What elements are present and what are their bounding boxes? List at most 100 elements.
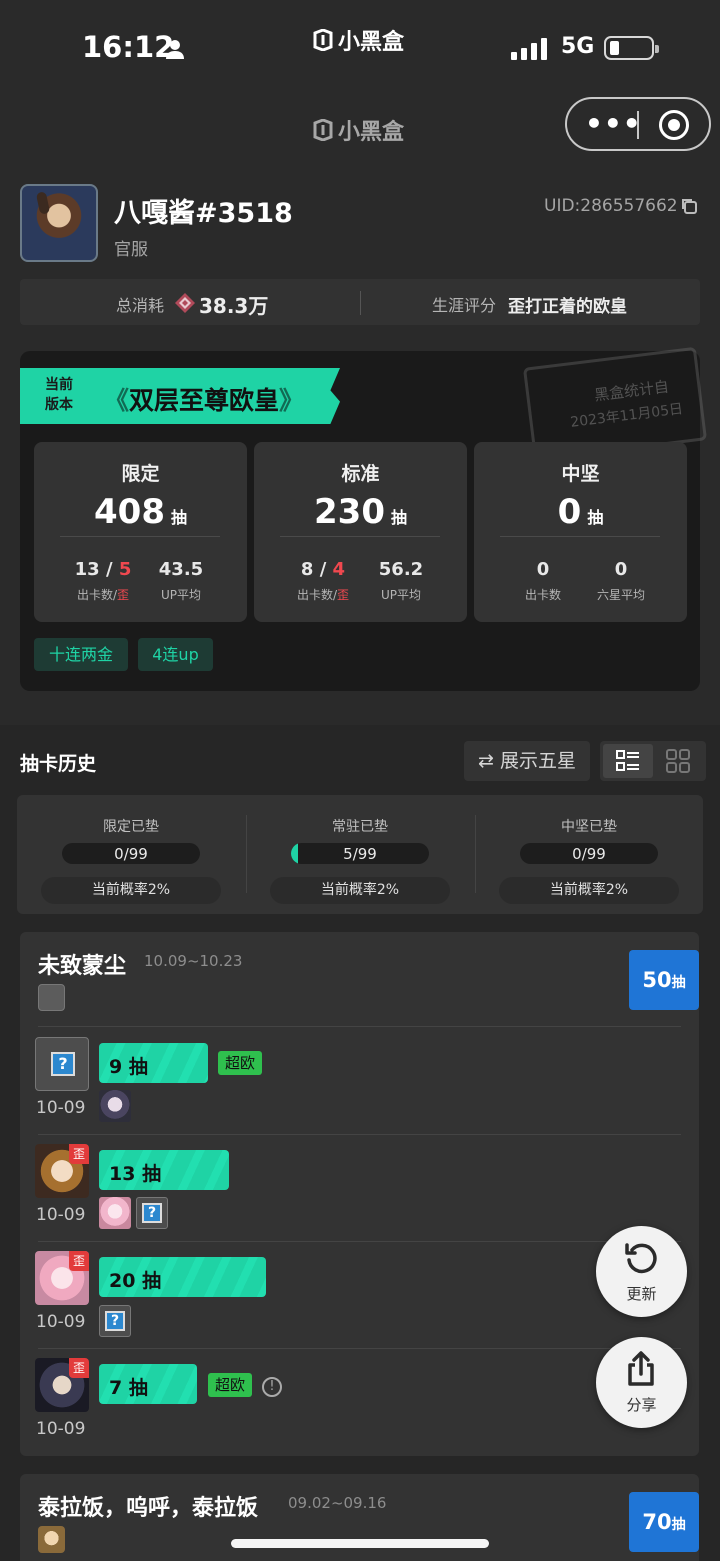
nav-title: 小黑盒 — [312, 114, 404, 146]
box-divider — [280, 536, 440, 537]
career-value: 歪打正着的欧皇 — [508, 297, 627, 317]
network-type: 5G — [561, 34, 595, 59]
refresh-button[interactable]: 更新 — [596, 1226, 687, 1317]
pool-name: 未致蒙尘 — [38, 954, 127, 979]
box-divider — [60, 536, 220, 537]
character-thumb[interactable] — [99, 1090, 131, 1122]
row-date: 10-09 — [36, 1205, 86, 1225]
laurel-left-icon: 《 — [104, 386, 130, 415]
midtier-pity-rate: 当前概率2% — [499, 877, 679, 904]
character-avatar[interactable]: ? — [35, 1037, 89, 1091]
limited-title: 限定 — [121, 463, 160, 485]
career-label: 生涯评分 — [432, 296, 497, 315]
standard-pity-label: 常驻已垫 — [332, 819, 388, 835]
banner-title: 《双层至尊欧皇》 — [104, 381, 304, 417]
limited-up-avg-label: UP平均 — [160, 588, 202, 602]
pool-icon — [38, 984, 65, 1011]
history-title: 抽卡历史 — [20, 753, 97, 775]
lucky-badge: 超欧 — [218, 1051, 262, 1075]
target-icon[interactable] — [659, 110, 689, 140]
uid-label: UID:286557662 — [544, 196, 678, 216]
limited-up-avg: 43.5 — [158, 559, 204, 580]
midtier-title: 中坚 — [561, 463, 600, 485]
list-view-icon — [616, 750, 639, 771]
home-indicator — [231, 1539, 489, 1548]
character-thumb[interactable]: ? — [136, 1197, 168, 1229]
laurel-right-icon: 》 — [279, 386, 305, 415]
limited-pity-rate: 当前概率2% — [41, 877, 221, 904]
character-thumb[interactable] — [99, 1197, 131, 1229]
grid-view-icon[interactable] — [666, 749, 690, 773]
pool-name: 泰拉饭，呜呼，泰拉饭 — [38, 1496, 259, 1521]
row-date: 10-09 — [36, 1312, 86, 1332]
status-app-tag: 小黑盒 — [312, 24, 404, 56]
standard-pity-value: 5/99 — [343, 845, 377, 863]
copy-icon[interactable] — [680, 197, 698, 215]
avatar[interactable] — [20, 184, 98, 262]
midtier-six-avg-label: 六星平均 — [596, 588, 645, 602]
limited-pity-value: 0/99 — [114, 845, 148, 863]
limited-pulls: 408 抽 — [94, 492, 187, 532]
banner-title-text: 双层至尊欧皇 — [129, 386, 280, 415]
share-icon — [628, 1351, 654, 1386]
heybox-logo-icon — [313, 119, 333, 141]
row-divider — [38, 1348, 681, 1349]
pull-count: 13 抽 — [109, 1163, 162, 1185]
view-toggle — [600, 741, 706, 781]
character-avatar[interactable]: 歪 — [35, 1251, 89, 1305]
status-time: 16:12 — [82, 30, 175, 64]
off-banner-badge: 歪 — [69, 1251, 89, 1271]
standard-up-avg-label: UP平均 — [380, 588, 422, 602]
character-avatar[interactable]: 歪 — [35, 1144, 89, 1198]
person-icon — [166, 40, 184, 59]
pool-pull-count: 50抽 — [629, 950, 699, 1010]
row-date: 10-09 — [36, 1419, 86, 1439]
pull-count: 20 抽 — [109, 1270, 162, 1292]
unknown-icon: ? — [51, 1052, 75, 1076]
row-divider — [38, 1134, 681, 1135]
midtier-pulls: 0抽 — [557, 492, 604, 532]
refresh-label: 更新 — [626, 1285, 657, 1303]
more-dots-icon[interactable]: ••• — [585, 110, 642, 138]
row-divider — [38, 1241, 681, 1242]
midtier-six-avg: 0 — [614, 559, 628, 580]
battery-icon — [604, 36, 659, 60]
standard-title: 标准 — [341, 463, 380, 485]
username: 八嘎酱#3518 — [114, 198, 293, 229]
standard-pulls: 230 抽 — [314, 492, 407, 532]
summary-divider — [360, 291, 361, 315]
limited-pity-label: 限定已垫 — [103, 819, 159, 835]
total-cost-value: 38.3万 — [199, 294, 269, 318]
unknown-icon: ? — [142, 1203, 162, 1223]
character-thumb[interactable] — [38, 1526, 65, 1553]
share-label: 分享 — [626, 1396, 657, 1414]
midtier-pity-label: 中坚已垫 — [561, 819, 617, 835]
info-icon[interactable]: ! — [262, 1377, 282, 1397]
show-five-star-button[interactable]: ⇄ 展示五星 — [464, 741, 590, 781]
orundum-icon — [175, 293, 195, 313]
pull-count: 9 抽 — [109, 1056, 148, 1078]
midtier-pity-value: 0/99 — [572, 845, 606, 863]
achievement-tag: 十连两金 — [34, 638, 128, 671]
pull-count: 7 抽 — [109, 1377, 148, 1399]
status-app-name: 小黑盒 — [338, 30, 405, 55]
swap-icon: ⇄ — [478, 750, 500, 772]
midtier-cards-label: 出卡数 — [524, 588, 561, 602]
share-button[interactable]: 分享 — [596, 1337, 687, 1428]
banner-small-label: 当前版本 — [45, 377, 73, 413]
off-banner-badge: 歪 — [69, 1358, 89, 1378]
list-view-button[interactable] — [603, 744, 653, 778]
capsule-divider — [637, 111, 639, 139]
pool-date: 09.02~09.16 — [288, 1494, 387, 1512]
heybox-logo-icon — [313, 29, 333, 51]
standard-pity-rate: 当前概率2% — [270, 877, 450, 904]
achievement-tag: 4连up — [138, 638, 213, 671]
limited-cards: 13 / 5 — [74, 559, 132, 580]
character-thumb[interactable]: ? — [99, 1305, 131, 1337]
character-avatar[interactable]: 歪 — [35, 1358, 89, 1412]
pool-date: 10.09~10.23 — [144, 952, 243, 970]
standard-cards: 8 / 4 — [300, 559, 346, 580]
off-banner-badge: 歪 — [69, 1144, 89, 1164]
signal-icon — [511, 36, 547, 60]
unknown-icon: ? — [105, 1311, 125, 1331]
